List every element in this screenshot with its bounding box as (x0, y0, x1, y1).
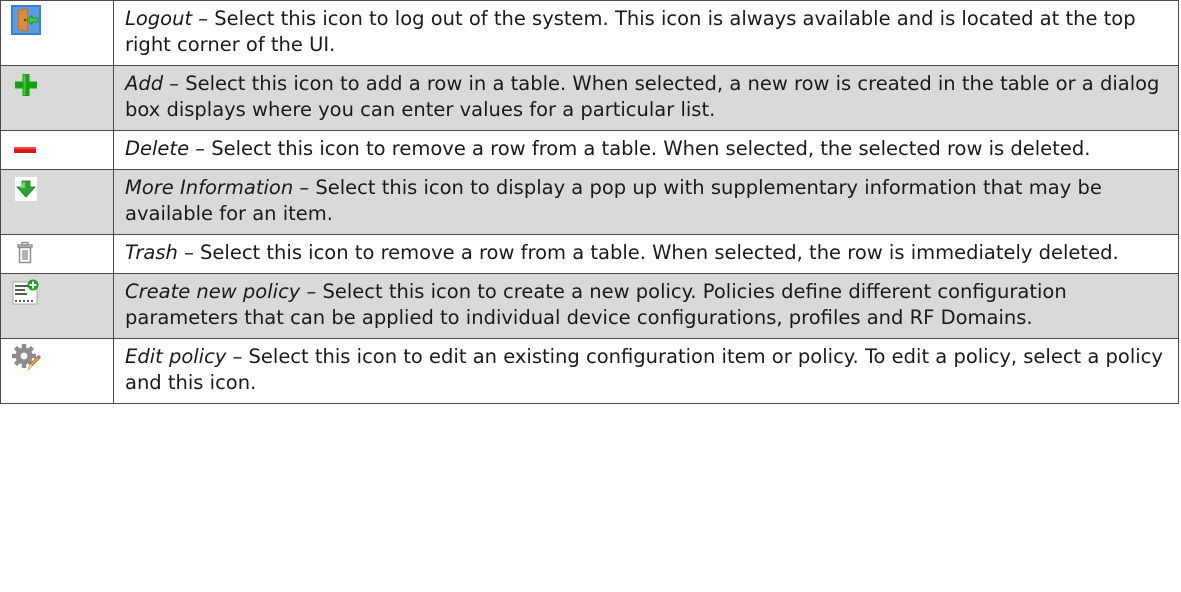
row-text: – Select this icon to add a row in a tab… (125, 72, 1160, 121)
description-cell: Trash – Select this icon to remove a row… (113, 234, 1179, 274)
row-term: Logout (125, 7, 193, 30)
icon-cell (0, 169, 114, 235)
icon-cell (0, 0, 114, 66)
icon-cell (0, 65, 114, 131)
add-icon (11, 70, 41, 100)
icon-cell (0, 273, 114, 339)
icon-reference-table: Logout – Select this icon to log out of … (0, 0, 1179, 404)
row-term: More Information (125, 176, 294, 199)
row-term: Create new policy (125, 280, 301, 303)
logout-icon (11, 5, 41, 35)
create-new-policy-icon (11, 278, 41, 308)
table-row: Delete – Select this icon to remove a ro… (0, 130, 1179, 170)
row-text: – Select this icon to remove a row from … (177, 241, 1119, 264)
description-cell: Edit policy – Select this icon to edit a… (113, 338, 1179, 404)
row-term: Edit policy (125, 345, 227, 368)
description-cell: Create new policy – Select this icon to … (113, 273, 1179, 339)
row-term: Trash (125, 241, 178, 264)
description-cell: Add – Select this icon to add a row in a… (113, 65, 1179, 131)
icon-cell (0, 338, 114, 404)
table-row: Edit policy – Select this icon to edit a… (0, 338, 1179, 404)
table-row: Trash – Select this icon to remove a row… (0, 234, 1179, 274)
row-term: Delete (125, 137, 190, 160)
description-cell: Delete – Select this icon to remove a ro… (113, 130, 1179, 170)
row-text: – Select this icon to log out of the sys… (125, 7, 1136, 56)
delete-icon (11, 135, 41, 165)
icon-cell (0, 130, 114, 170)
row-text: – Select this icon to remove a row from … (189, 137, 1091, 160)
trash-icon (11, 239, 41, 269)
edit-policy-icon (11, 343, 41, 373)
table-row: Logout – Select this icon to log out of … (0, 0, 1179, 66)
more-information-icon (11, 174, 41, 204)
table-row: More Information – Select this icon to d… (0, 169, 1179, 235)
icon-cell (0, 234, 114, 274)
description-cell: More Information – Select this icon to d… (113, 169, 1179, 235)
row-term: Add (125, 72, 164, 95)
table-row: Create new policy – Select this icon to … (0, 273, 1179, 339)
table-row: Add – Select this icon to add a row in a… (0, 65, 1179, 131)
description-cell: Logout – Select this icon to log out of … (113, 0, 1179, 66)
row-text: – Select this icon to edit an existing c… (125, 345, 1163, 394)
